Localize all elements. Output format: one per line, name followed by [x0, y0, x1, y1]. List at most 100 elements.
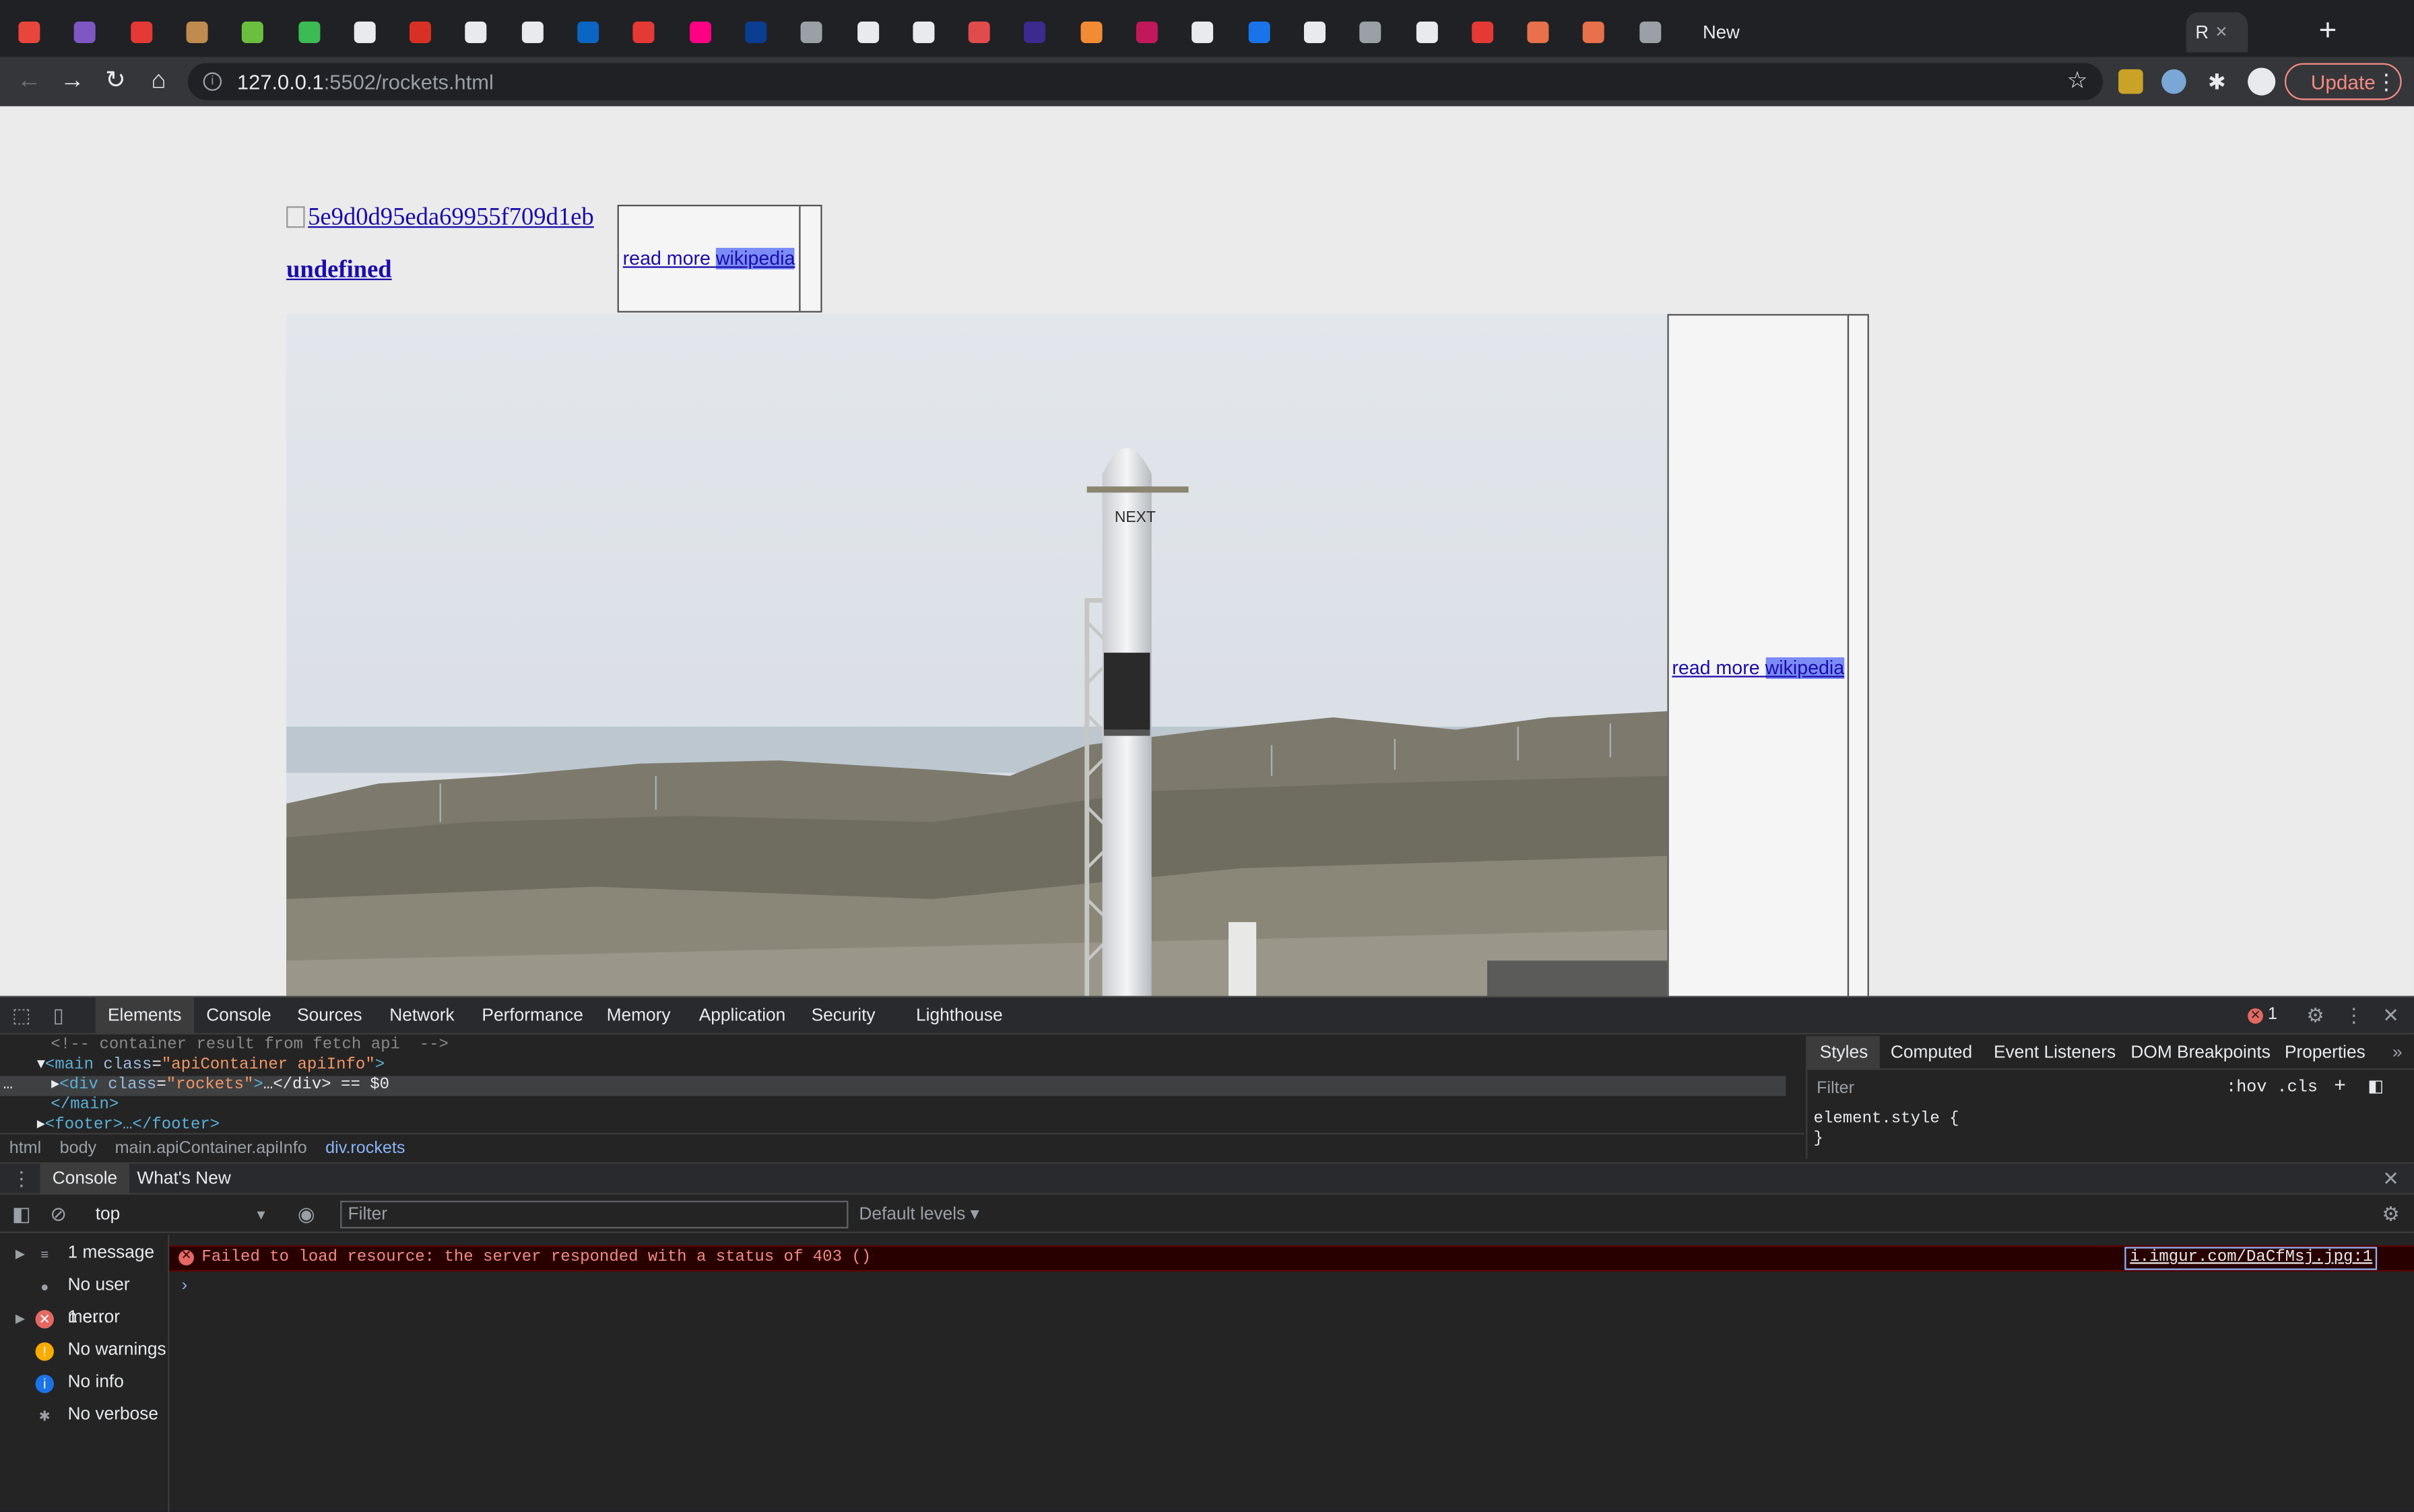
live-expression-eye-icon[interactable]: ◉: [294, 1202, 319, 1227]
browser-tab[interactable]: [1462, 12, 1509, 52]
console-sidebar-item[interactable]: ▶ ✕ 1 error: [0, 1303, 169, 1335]
browser-tab[interactable]: [624, 12, 670, 52]
tab-elements[interactable]: Elements: [95, 997, 194, 1034]
read-more-link[interactable]: read more wikipedia: [623, 247, 795, 269]
drawer-menu-icon[interactable]: ⋮: [9, 1167, 34, 1192]
error-source-link[interactable]: i.imgur.com/DaCfMsj.jpg:1: [2125, 1247, 2378, 1270]
breadcrumb-html[interactable]: html: [0, 1138, 51, 1156]
tab-security[interactable]: Security: [799, 997, 888, 1034]
close-drawer-icon[interactable]: ✕: [2378, 1167, 2403, 1192]
browser-tab[interactable]: [1630, 12, 1676, 52]
browser-tab[interactable]: [847, 12, 894, 52]
browser-tab[interactable]: [736, 12, 782, 52]
bookmark-star-icon[interactable]: ☆: [2067, 66, 2088, 94]
dom-comment-line[interactable]: <!-- container result from fetch api -->: [0, 1036, 1786, 1056]
tab-dom-breakpoints[interactable]: DOM Breakpoints: [2118, 1036, 2283, 1070]
browser-tab[interactable]: [512, 12, 558, 52]
back-button[interactable]: ←: [14, 66, 45, 97]
new-tab-button[interactable]: +: [2310, 12, 2347, 49]
address-bar[interactable]: i 127.0.0.1:5502/rockets.html ☆: [187, 63, 2103, 100]
browser-tab[interactable]: [345, 12, 391, 52]
browser-tab[interactable]: [1406, 12, 1453, 52]
new-style-rule-icon[interactable]: +: [2334, 1074, 2346, 1097]
devtools-menu-icon[interactable]: ⋮: [2342, 1004, 2367, 1028]
browser-tab[interactable]: [233, 12, 280, 52]
tab-network[interactable]: Network: [377, 997, 467, 1034]
drawer-tab-whats-new[interactable]: What's New: [125, 1164, 243, 1195]
broken-image-link[interactable]: 5e9d0d95eda69955f709d1eb: [286, 205, 594, 232]
browser-tab[interactable]: [959, 12, 1006, 52]
browser-tab[interactable]: [1295, 12, 1341, 52]
log-levels-dropdown[interactable]: Default levels ▾: [859, 1201, 979, 1228]
browser-tab[interactable]: [400, 12, 447, 52]
browser-tab[interactable]: [903, 12, 950, 52]
tab-sources[interactable]: Sources: [285, 997, 374, 1034]
browser-tab[interactable]: [1574, 12, 1621, 52]
browser-tab[interactable]: [121, 12, 168, 52]
settings-gear-icon[interactable]: ⚙: [2303, 1004, 2328, 1028]
tab-lighthouse[interactable]: Lighthouse: [904, 997, 1015, 1034]
device-toggle-icon[interactable]: ▯: [46, 1004, 71, 1028]
console-prompt[interactable]: ›: [182, 1276, 187, 1294]
console-error-message[interactable]: ✕ Failed to load resource: the server re…: [169, 1245, 2414, 1272]
close-tab-icon[interactable]: ✕: [2215, 24, 2227, 40]
site-info-icon[interactable]: i: [203, 72, 222, 91]
console-filter-input[interactable]: Filter: [340, 1200, 849, 1228]
clear-console-icon[interactable]: ⊘: [46, 1202, 71, 1227]
console-sidebar-item[interactable]: i No info: [0, 1367, 169, 1400]
more-tabs-chevron-icon[interactable]: »: [2380, 1036, 2414, 1070]
cls-toggle[interactable]: .cls: [2277, 1079, 2318, 1097]
browser-tab[interactable]: [1239, 12, 1285, 52]
tab-performance[interactable]: Performance: [469, 997, 595, 1034]
browser-tab[interactable]: [791, 12, 838, 52]
browser-tab[interactable]: [289, 12, 335, 52]
console-sidebar-item[interactable]: ✱ No verbose: [0, 1400, 169, 1432]
browser-tab[interactable]: [1183, 12, 1229, 52]
browser-tab[interactable]: [568, 12, 614, 52]
extensions-puzzle-icon[interactable]: ✱: [2205, 69, 2229, 94]
dom-main-line[interactable]: ▾<main class="apiContainer apiInfo">: [0, 1056, 1786, 1076]
browser-tab[interactable]: [456, 12, 502, 52]
menu-kebab-icon[interactable]: ⋮: [2371, 66, 2402, 97]
close-devtools-icon[interactable]: ✕: [2378, 1004, 2403, 1028]
browser-tab[interactable]: [1127, 12, 1173, 52]
browser-tab[interactable]: [9, 12, 56, 52]
reload-button[interactable]: ↻: [100, 66, 131, 97]
extension-icon[interactable]: [2161, 69, 2186, 94]
console-sidebar-item[interactable]: ▶ ≡ 1 message: [0, 1238, 169, 1270]
element-style-rule[interactable]: element.style { }: [1814, 1110, 1959, 1150]
browser-tab[interactable]: [65, 12, 112, 52]
toggle-sidebar-icon[interactable]: ◧: [2368, 1076, 2384, 1097]
browser-tab[interactable]: [1350, 12, 1397, 52]
browser-tab[interactable]: [680, 12, 726, 52]
console-sidebar-toggle-icon[interactable]: ◧: [9, 1202, 34, 1227]
tab-styles[interactable]: Styles: [1807, 1036, 1881, 1070]
home-button[interactable]: ⌂: [143, 66, 174, 97]
profile-avatar[interactable]: [2248, 67, 2276, 96]
tab-application[interactable]: Application: [686, 997, 797, 1034]
dom-main-close-line[interactable]: </main>: [0, 1096, 1786, 1116]
tab-computed[interactable]: Computed: [1879, 1036, 1985, 1070]
context-select[interactable]: top ▼: [90, 1201, 274, 1228]
expand-arrow-icon[interactable]: ▶: [15, 1238, 25, 1270]
breadcrumb-body[interactable]: body: [51, 1138, 106, 1156]
drawer-tab-console[interactable]: Console: [40, 1163, 130, 1195]
browser-tab[interactable]: [1071, 12, 1117, 52]
inspect-element-icon[interactable]: ⬚: [9, 1004, 34, 1028]
extension-icon[interactable]: [2118, 69, 2143, 94]
rocket-name-link[interactable]: undefined: [286, 257, 391, 285]
read-more-link[interactable]: read more wikipedia: [1672, 657, 1845, 679]
browser-tab[interactable]: [1015, 12, 1062, 52]
console-settings-gear-icon[interactable]: ⚙: [2378, 1202, 2403, 1227]
tab-memory[interactable]: Memory: [594, 997, 682, 1034]
tab-event-listeners[interactable]: Event Listeners: [1982, 1036, 2128, 1070]
dom-selected-div-line[interactable]: … ▸<div class="rockets">…</div> == $0: [0, 1076, 1786, 1096]
error-count-badge[interactable]: ✕ 1: [2248, 1006, 2277, 1024]
breadcrumb-main[interactable]: main.apiContainer.apiInfo: [106, 1138, 317, 1156]
console-sidebar-item[interactable]: ● No user me…: [0, 1270, 169, 1327]
tab-properties[interactable]: Properties: [2273, 1036, 2378, 1070]
tab-console[interactable]: Console: [194, 997, 284, 1034]
browser-tab[interactable]: [177, 12, 224, 52]
console-sidebar-item[interactable]: ! No warnings: [0, 1335, 169, 1367]
expand-arrow-icon[interactable]: ▶: [15, 1303, 25, 1335]
